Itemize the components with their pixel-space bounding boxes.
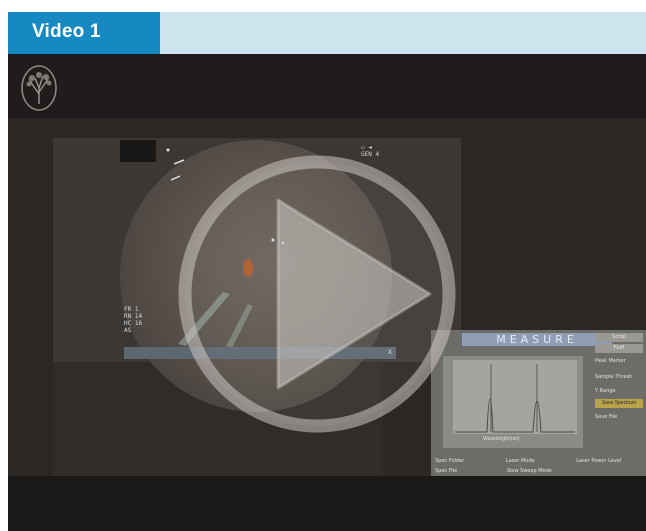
scope-info-line: HC 16: [124, 320, 143, 327]
video-bottom-band: [8, 476, 646, 531]
laser-mode-label: Laser Mode: [505, 458, 535, 464]
peak-marker-label: Peak Marker: [595, 358, 626, 364]
video-title: Video 1: [32, 21, 101, 42]
slow-sweep-label: Slow Sweep Mode: [506, 468, 552, 474]
scope-info-bottom: FR 1 RN 14 HC 16 AS: [124, 306, 142, 334]
scroll-button[interactable]: Scroll: [595, 333, 643, 342]
scope-info-line: RN 14: [124, 313, 143, 320]
spec-file-label: Spec File: [435, 468, 458, 474]
scope-info-line: GEN 4: [361, 151, 380, 158]
play-icon[interactable]: [178, 155, 456, 433]
laser-power-label: Laser Power Level: [576, 458, 622, 464]
sample-thresh-label: Sample Thresh: [595, 374, 633, 380]
measure-footer-row: Spec File Slow Sweep Mode: [431, 466, 646, 476]
spectrum-x-label: Wavelength(nm): [483, 436, 520, 442]
measure-panel: MEASURE Wavelength(nm) Scroll Fluff Peak…: [431, 330, 646, 476]
y-range-label: Y Range: [595, 388, 616, 394]
measure-footer-row: Spec Folder Laser Mode Laser Power Level: [431, 456, 646, 466]
scope-info-top: ▭ ◄ GEN 4: [361, 144, 379, 158]
scope-info-line: ▭ ◄: [361, 144, 372, 151]
header-tab: Video 1: [8, 12, 160, 54]
spectrum-chart: Wavelength(nm): [443, 356, 583, 448]
scope-info-line: AS: [124, 327, 132, 334]
spec-folder-label: Spec Folder: [435, 458, 465, 464]
save-spectrum-button[interactable]: Save Spectrum: [595, 399, 643, 408]
measure-sidebar: Scroll Fluff Peak Marker Sample Thresh Y…: [591, 333, 646, 453]
video-player[interactable]: ▭ ◄ GEN 4 FR 1 RN 14 HC 16 AS x MEASURE …: [8, 54, 646, 531]
save-file-label: Save File: [595, 414, 618, 420]
spectrum-plot: [453, 360, 577, 434]
video-header: Video 1: [8, 12, 646, 54]
fluff-button[interactable]: Fluff: [595, 344, 643, 353]
measure-title: MEASURE: [462, 333, 612, 346]
scope-info-line: FR 1: [124, 306, 139, 313]
measure-footer: Spec Folder Laser Mode Laser Power Level…: [431, 456, 646, 476]
